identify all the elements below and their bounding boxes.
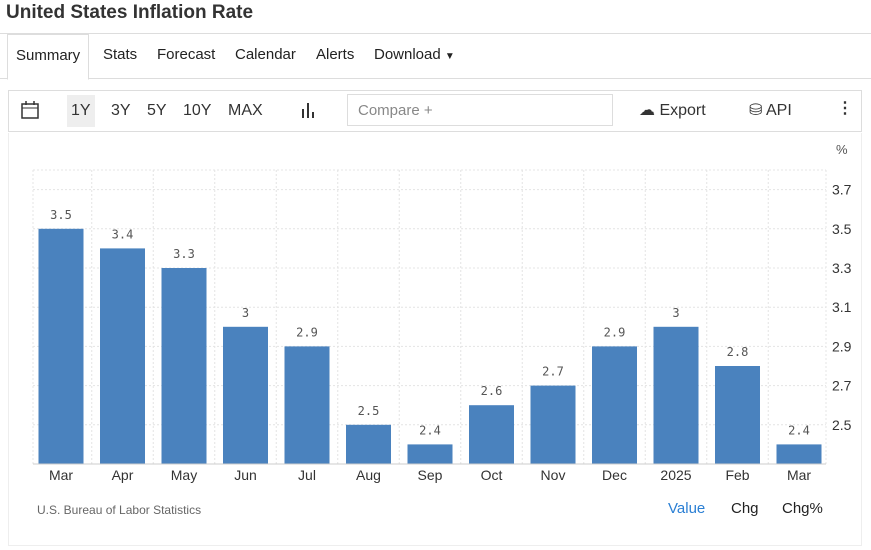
y-tick-label: 2.9 bbox=[832, 338, 852, 354]
source-label: U.S. Bureau of Labor Statistics bbox=[37, 503, 202, 517]
bar bbox=[407, 444, 453, 464]
x-tick-label: Sep bbox=[418, 467, 443, 483]
data-label: 2.8 bbox=[727, 345, 749, 359]
bar bbox=[161, 268, 207, 464]
data-label: 2.5 bbox=[358, 404, 380, 418]
data-label: 3.3 bbox=[173, 247, 195, 261]
bar bbox=[592, 346, 637, 464]
data-label: 2.4 bbox=[788, 423, 810, 437]
x-tick-label: Jul bbox=[298, 467, 316, 483]
data-label: 2.6 bbox=[481, 384, 503, 398]
x-tick-label: Aug bbox=[356, 467, 381, 483]
unit-label: % bbox=[836, 142, 848, 157]
data-label: 2.4 bbox=[419, 423, 441, 437]
x-tick-label: May bbox=[171, 467, 197, 483]
x-tick-label: 2025 bbox=[660, 467, 691, 483]
data-label: 2.7 bbox=[542, 365, 564, 379]
data-label: 3 bbox=[242, 306, 249, 320]
data-label: 2.9 bbox=[604, 325, 626, 339]
bar bbox=[469, 405, 514, 464]
x-tick-label: Mar bbox=[49, 467, 73, 483]
view-value-button[interactable]: Value bbox=[668, 500, 705, 517]
data-label: 3 bbox=[672, 306, 679, 320]
view-chg-button[interactable]: Chg bbox=[731, 500, 759, 517]
bar bbox=[530, 385, 576, 464]
x-tick-label: Dec bbox=[602, 467, 627, 483]
y-tick-label: 3.1 bbox=[832, 299, 852, 315]
x-tick-label: Jun bbox=[234, 467, 257, 483]
x-tick-label: Nov bbox=[541, 467, 566, 483]
bar-chart: 2.5 2.7 2.9 3.1 3.3 3.5 3.7% 3.5 Mar 3.4 Apr 3.3 May… bbox=[32, 142, 852, 483]
x-tick-label: Mar bbox=[787, 467, 811, 483]
bar bbox=[715, 366, 760, 464]
x-tick-label: Feb bbox=[725, 467, 749, 483]
y-tick-label: 3.7 bbox=[832, 182, 852, 198]
bar bbox=[776, 444, 822, 464]
y-tick-label: 2.5 bbox=[832, 417, 852, 433]
data-label: 3.4 bbox=[112, 227, 134, 241]
bar bbox=[223, 326, 268, 464]
y-tick-label: 3.5 bbox=[832, 221, 852, 237]
y-tick-label: 2.7 bbox=[832, 378, 852, 394]
x-tick-label: Apr bbox=[112, 467, 134, 483]
y-tick-label: 3.3 bbox=[832, 260, 852, 276]
bar bbox=[346, 424, 391, 464]
view-chgpct-button[interactable]: Chg% bbox=[782, 500, 823, 517]
bar bbox=[38, 228, 84, 464]
data-label: 2.9 bbox=[296, 325, 318, 339]
bar bbox=[100, 248, 145, 464]
x-tick-label: Oct bbox=[481, 467, 503, 483]
bar bbox=[653, 326, 699, 464]
data-label: 3.5 bbox=[50, 208, 72, 222]
bar bbox=[284, 346, 330, 464]
